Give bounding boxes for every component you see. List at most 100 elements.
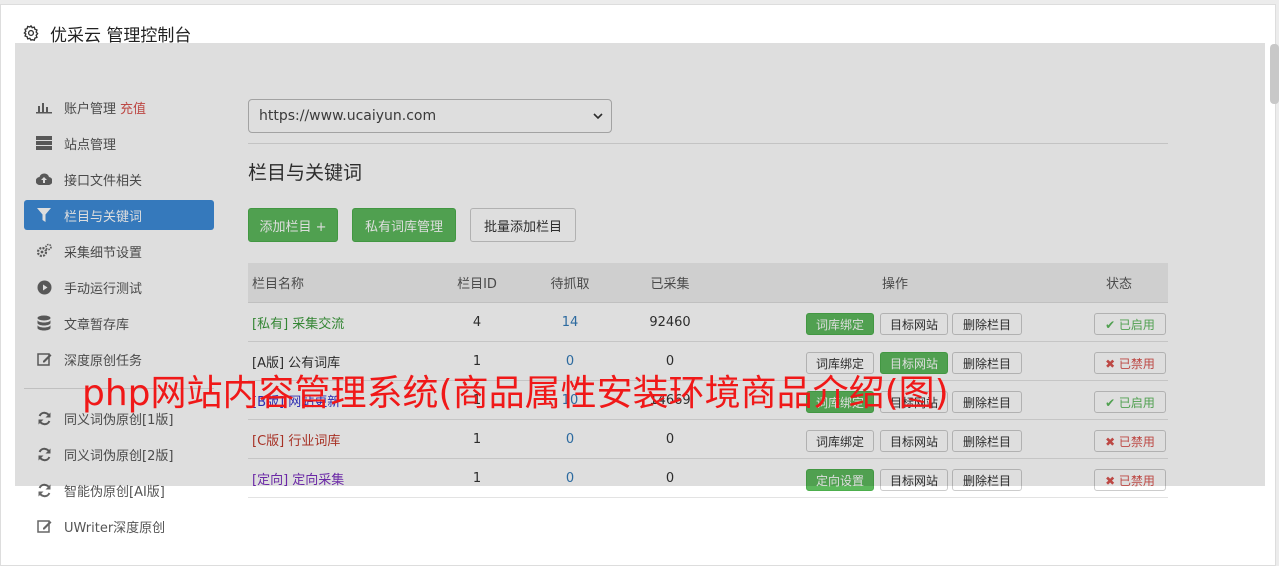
- column-id: 1: [472, 392, 482, 408]
- collected-count: 92460: [649, 314, 691, 330]
- column-name[interactable]: [定向] 定向采集: [248, 469, 434, 488]
- collected-count: 0: [665, 470, 675, 486]
- table-row: [A版] 公有词库 1 0 0 词库绑定 目标网站 删除栏目 ✖ 已禁用: [248, 342, 1168, 381]
- header-name: 栏目名称: [252, 277, 305, 292]
- delete-column-button[interactable]: 删除栏目: [952, 391, 1022, 413]
- sidebar-item-label: 账户管理: [64, 101, 117, 117]
- page-title: 优采云 管理控制台: [50, 25, 192, 46]
- column-name[interactable]: [私有] 采集交流: [248, 313, 434, 332]
- sidebar-item-deep-original[interactable]: 深度原创任务: [24, 344, 214, 374]
- status-toggle[interactable]: ✖ 已禁用: [1094, 469, 1166, 491]
- operations-cell: 词库绑定 目标网站 删除栏目: [720, 420, 1070, 458]
- table-row: [B版] 网站更新 1 10 14669 词库绑定 目标网站 删除栏目 ✔ 已启用: [248, 381, 1168, 420]
- column-name[interactable]: [C版] 行业词库: [248, 430, 434, 449]
- column-id: 1: [472, 470, 482, 486]
- sidebar-item-collect-settings[interactable]: 采集细节设置: [24, 236, 214, 266]
- target-site-button[interactable]: 目标网站: [880, 352, 948, 374]
- sidebar-item-label: UWriter深度原创: [64, 520, 166, 536]
- edit-icon: [36, 518, 52, 534]
- pending-count[interactable]: 0: [520, 432, 620, 447]
- status-toggle[interactable]: ✔ 已启用: [1094, 313, 1166, 335]
- lexicon-bind-button[interactable]: 词库绑定: [806, 313, 874, 335]
- bar-chart-icon: [36, 99, 52, 115]
- sidebar-item-manual-run[interactable]: 手动运行测试: [24, 272, 214, 302]
- sidebar-item-uwriter[interactable]: UWriter深度原创: [24, 511, 214, 541]
- pending-count[interactable]: 10: [520, 393, 620, 408]
- target-site-button[interactable]: 目标网站: [880, 430, 948, 452]
- header-op: 操作: [881, 277, 908, 292]
- target-site-button[interactable]: 目标网站: [880, 391, 948, 413]
- sidebar-item-label: 站点管理: [64, 137, 117, 153]
- gear-icon: [23, 24, 39, 42]
- header-id: 栏目ID: [457, 277, 497, 292]
- lexicon-bind-button[interactable]: 定向设置: [806, 469, 874, 491]
- table-row: [定向] 定向采集 1 0 0 定向设置 目标网站 删除栏目 ✖ 已禁用: [248, 459, 1168, 498]
- status-toggle[interactable]: ✖ 已禁用: [1094, 352, 1166, 374]
- pending-count[interactable]: 0: [520, 354, 620, 369]
- private-lexicon-button[interactable]: 私有词库管理: [352, 208, 456, 242]
- column-id: 4: [472, 314, 482, 330]
- sidebar-item-ai-rewrite[interactable]: 智能伪原创[AI版]: [24, 475, 214, 505]
- header-done: 已采集: [650, 277, 690, 292]
- sidebar-item-interface[interactable]: 接口文件相关: [24, 164, 214, 194]
- sidebar-item-label: 深度原创任务: [64, 353, 143, 369]
- lexicon-bind-button[interactable]: 词库绑定: [806, 391, 874, 413]
- sidebar: 账户管理 充值 站点管理 接口文件相关 栏目与关键词 采集细节设置 手动运行测试: [24, 92, 214, 547]
- sidebar-item-label: 接口文件相关: [64, 173, 143, 189]
- column-id: 1: [472, 431, 482, 447]
- columns-table: 栏目名称 栏目ID 待抓取 已采集 操作 状态 [私有] 采集交流 4 14 9246…: [248, 263, 1168, 498]
- sidebar-item-article-store[interactable]: 文章暂存库: [24, 308, 214, 338]
- status-cell: ✖ 已禁用: [1070, 459, 1168, 497]
- collected-count: 0: [665, 431, 675, 447]
- chevron-down-icon: [593, 113, 603, 120]
- scrollbar[interactable]: [1270, 44, 1279, 104]
- delete-column-button[interactable]: 删除栏目: [952, 469, 1022, 491]
- header-status: 状态: [1105, 277, 1132, 292]
- table-row: [私有] 采集交流 4 14 92460 词库绑定 目标网站 删除栏目 ✔ 已启用: [248, 303, 1168, 342]
- delete-column-button[interactable]: 删除栏目: [952, 352, 1022, 374]
- target-site-button[interactable]: 目标网站: [880, 469, 948, 491]
- sidebar-item-label: 栏目与关键词: [64, 209, 143, 225]
- sidebar-item-label: 文章暂存库: [64, 317, 130, 333]
- operations-cell: 词库绑定 目标网站 删除栏目: [720, 303, 1070, 341]
- collected-count: 14669: [649, 392, 691, 408]
- target-site-button[interactable]: 目标网站: [880, 313, 948, 335]
- batch-add-column-button[interactable]: 批量添加栏目: [470, 208, 576, 242]
- sidebar-item-label: 智能伪原创[AI版]: [64, 484, 165, 500]
- status-toggle[interactable]: ✖ 已禁用: [1094, 430, 1166, 452]
- site-select[interactable]: https://www.ucaiyun.com: [248, 99, 612, 133]
- status-toggle[interactable]: ✔ 已启用: [1094, 391, 1166, 413]
- sidebar-item-synonym-v1[interactable]: 同义词伪原创[1版]: [24, 403, 214, 433]
- pending-count[interactable]: 14: [520, 315, 620, 330]
- refresh-icon: [36, 410, 52, 426]
- sidebar-item-label: 同义词伪原创[2版]: [64, 448, 174, 464]
- site-select-value: https://www.ucaiyun.com: [259, 108, 437, 124]
- column-id: 1: [472, 353, 482, 369]
- status-cell: ✖ 已禁用: [1070, 342, 1168, 380]
- section-title: 栏目与关键词: [248, 162, 363, 184]
- sidebar-item-account[interactable]: 账户管理 充值: [24, 92, 214, 122]
- lexicon-bind-button[interactable]: 词库绑定: [806, 352, 874, 374]
- status-cell: ✖ 已禁用: [1070, 420, 1168, 458]
- sidebar-item-columns-keywords[interactable]: 栏目与关键词: [24, 200, 214, 230]
- sidebar-item-synonym-v2[interactable]: 同义词伪原创[2版]: [24, 439, 214, 469]
- sidebar-item-label: 采集细节设置: [64, 245, 143, 261]
- server-icon: [36, 135, 52, 151]
- cogs-icon: [36, 243, 52, 259]
- table-header: 栏目名称 栏目ID 待抓取 已采集 操作 状态: [248, 263, 1168, 303]
- cloud-upload-icon: [36, 171, 52, 187]
- column-name[interactable]: [A版] 公有词库: [248, 352, 434, 371]
- refresh-icon: [36, 446, 52, 462]
- delete-column-button[interactable]: 删除栏目: [952, 313, 1022, 335]
- column-name[interactable]: [B版] 网站更新: [248, 391, 434, 410]
- section-divider: [248, 143, 1168, 144]
- delete-column-button[interactable]: 删除栏目: [952, 430, 1022, 452]
- recharge-link[interactable]: 充值: [120, 98, 146, 117]
- sidebar-item-sites[interactable]: 站点管理: [24, 128, 214, 158]
- page-header: 优采云 管理控制台: [22, 20, 191, 46]
- pending-count[interactable]: 0: [520, 471, 620, 486]
- refresh-icon: [36, 482, 52, 498]
- lexicon-bind-button[interactable]: 词库绑定: [806, 430, 874, 452]
- add-column-button[interactable]: 添加栏目 +: [248, 208, 338, 242]
- sidebar-item-label: 同义词伪原创[1版]: [64, 412, 174, 428]
